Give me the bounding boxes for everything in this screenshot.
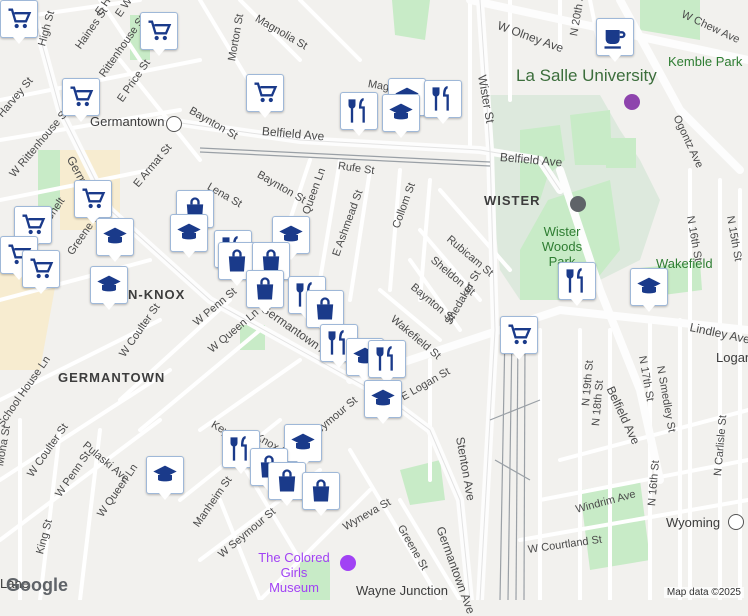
restaurant-marker[interactable] [340, 92, 378, 136]
coffee-marker[interactable] [596, 18, 634, 62]
school-marker[interactable] [96, 218, 134, 262]
school-marker[interactable] [630, 268, 668, 312]
restaurant-marker[interactable] [558, 262, 596, 306]
shopping-cart-marker[interactable] [62, 78, 100, 122]
shopping-cart-icon [508, 324, 532, 345]
restaurant-icon [376, 346, 393, 371]
school-icon [291, 433, 315, 450]
park-icon[interactable] [570, 196, 586, 212]
map-attribution: Map data ©2025 [663, 587, 744, 598]
shopping-cart-icon [8, 8, 32, 29]
restaurant-icon [432, 86, 449, 111]
museum-icon[interactable] [340, 555, 356, 571]
transit-logan[interactable]: Logan [716, 350, 748, 365]
transit-wayne-junction[interactable]: Wayne Junction [356, 583, 448, 598]
school-marker[interactable] [170, 214, 208, 258]
shopping-bag-marker[interactable] [302, 472, 340, 516]
coffee-icon [604, 30, 626, 49]
school-icon [177, 223, 201, 240]
shopping-cart-icon [22, 214, 46, 235]
shopping-bag-marker[interactable] [306, 290, 344, 334]
school-icon [637, 277, 661, 294]
school-icon [389, 103, 413, 120]
shopping-cart-icon [254, 82, 278, 103]
shopping-bag-icon [278, 469, 296, 492]
area-label-wister: WISTER [484, 193, 541, 208]
poi-colored-girls-museum[interactable]: The Colored Girls Museum [254, 550, 334, 595]
shopping-cart-icon [82, 188, 106, 209]
school-icon [371, 389, 395, 406]
restaurant-icon [566, 268, 583, 293]
shopping-cart-marker[interactable] [500, 316, 538, 360]
shopping-cart-marker[interactable] [74, 180, 112, 224]
area-label-germantown: GERMANTOWN [58, 370, 166, 385]
transit-germantown[interactable]: Germantown [90, 114, 164, 129]
shopping-bag-marker[interactable] [246, 270, 284, 314]
map-canvas[interactable]: GERMANTOWN WISTER N-KNOX La Salle Univer… [0, 0, 748, 616]
school-icon [153, 465, 177, 482]
shopping-bag-icon [316, 297, 334, 320]
poi-kemble-park[interactable]: Kemble Park [668, 54, 742, 69]
school-marker[interactable] [146, 456, 184, 500]
school-icon [97, 275, 121, 292]
shopping-cart-icon [70, 86, 94, 107]
school-icon [103, 227, 127, 244]
shopping-cart-marker[interactable] [22, 250, 60, 294]
school-marker[interactable] [364, 380, 402, 424]
shopping-cart-marker[interactable] [246, 74, 284, 118]
poi-la-salle-university[interactable]: La Salle University [516, 66, 657, 85]
restaurant-marker[interactable] [424, 80, 462, 124]
google-logo: Google [6, 575, 68, 595]
shopping-cart-marker[interactable] [0, 0, 38, 44]
train-station-icon[interactable] [166, 116, 182, 132]
shopping-cart-marker[interactable] [140, 12, 178, 56]
shopping-bag-icon [256, 277, 274, 300]
transit-wyoming[interactable]: Wyoming [666, 515, 720, 530]
restaurant-icon [348, 98, 365, 123]
shopping-bag-marker[interactable] [268, 462, 306, 506]
school-marker[interactable] [284, 424, 322, 468]
university-icon[interactable] [624, 94, 640, 110]
restaurant-marker[interactable] [368, 340, 406, 384]
school-marker[interactable] [90, 266, 128, 310]
school-marker[interactable] [382, 94, 420, 138]
shopping-cart-icon [148, 20, 172, 41]
shopping-bag-icon [312, 479, 330, 502]
area-label-knox: N-KNOX [128, 287, 186, 302]
shopping-cart-icon [30, 258, 54, 279]
train-station-icon[interactable] [728, 514, 744, 530]
